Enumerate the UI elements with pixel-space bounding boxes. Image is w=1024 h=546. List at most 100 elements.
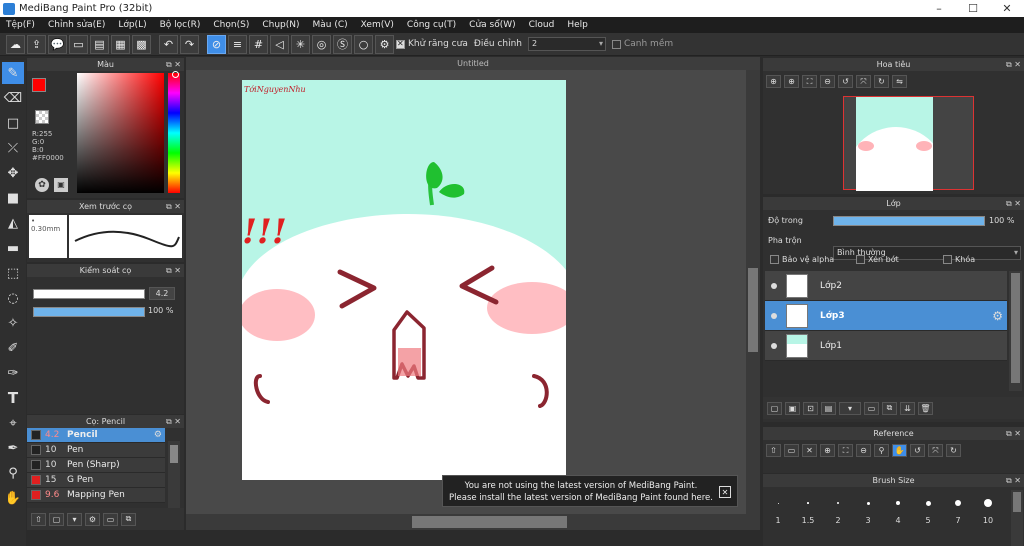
menu-filter[interactable]: Bộ lọc(R)	[160, 20, 201, 30]
gear-icon[interactable]: ⚙	[992, 309, 1003, 323]
minimize-button[interactable]: –	[922, 0, 956, 17]
select-rect-icon[interactable]: ⬚	[2, 262, 24, 284]
visibility-icon[interactable]	[771, 282, 777, 289]
document-tab[interactable]: Untitled	[186, 57, 760, 70]
chat-icon[interactable]: 💬	[48, 34, 67, 54]
notification-close-button[interactable]: ✕	[719, 486, 731, 498]
rotate-right-icon[interactable]: ↻	[874, 75, 889, 88]
gear-icon[interactable]: ⚙	[154, 430, 162, 440]
panel-buttons[interactable]: ⧉ ✕	[166, 415, 181, 428]
menu-view[interactable]: Xem(V)	[361, 20, 394, 30]
brush-size-option[interactable]: 5	[913, 490, 943, 530]
brush-settings-icon[interactable]: ⚙	[85, 512, 100, 526]
snap-curve-icon[interactable]: Ⓢ	[333, 34, 352, 54]
brush-item-pencil[interactable]: 4.2 Pencil ⚙	[27, 428, 165, 443]
flip-icon[interactable]: ⇋	[892, 75, 907, 88]
grid-icon[interactable]: ▩	[132, 34, 151, 54]
delete-layer-icon[interactable]: 🗑	[918, 401, 933, 415]
clipping-checkbox[interactable]	[856, 255, 865, 264]
move-tool-icon[interactable]: ✥	[2, 162, 24, 184]
snap-parallel-icon[interactable]: ≡	[228, 34, 247, 54]
duplicate-layer-icon[interactable]: ⧉	[882, 401, 897, 415]
snap-concentric-icon[interactable]: ◎	[312, 34, 331, 54]
menu-color[interactable]: Màu (C)	[313, 20, 348, 30]
cloud-icon[interactable]: ☁	[6, 34, 25, 54]
zoom-in-icon[interactable]: ⊕	[820, 444, 835, 457]
adjust-select[interactable]: 2	[527, 37, 606, 51]
close-button[interactable]: ✕	[990, 0, 1024, 17]
margin-toggle[interactable]: Canh mềm	[611, 39, 673, 49]
zoom-out-icon[interactable]: ⊖	[820, 75, 835, 88]
protect-alpha-checkbox[interactable]	[770, 255, 779, 264]
canvas-vertical-scrollbar[interactable]	[746, 70, 760, 514]
folder-icon[interactable]: ▭	[864, 401, 879, 415]
brush-item-pen[interactable]: 10 Pen	[27, 443, 165, 458]
snap-circle-icon[interactable]: ○	[354, 34, 373, 54]
redo-icon[interactable]: ↷	[180, 34, 199, 54]
fit-screen-icon[interactable]: ⛶	[838, 444, 853, 457]
brush-size-option[interactable]: 2	[823, 490, 853, 530]
transparent-color-swatch[interactable]	[35, 110, 49, 124]
protect-alpha-toggle[interactable]: Bảo vệ alpha	[770, 255, 834, 264]
saturation-value-picker[interactable]	[77, 73, 164, 193]
hand-tool-icon[interactable]: ✋	[2, 487, 24, 509]
zoom-in-alt-icon[interactable]: ⊕	[784, 75, 799, 88]
upload-icon[interactable]: ⇪	[27, 34, 46, 54]
panel-buttons[interactable]: ⧉ ✕	[166, 264, 181, 277]
merge-layer-icon[interactable]: ⇊	[900, 401, 915, 415]
brush-item-pen-sharp[interactable]: 10 Pen (Sharp)	[27, 458, 165, 473]
add-brush-icon[interactable]: ▾	[67, 512, 82, 526]
eraser-tool-icon[interactable]: ⌫	[2, 87, 24, 109]
layer-item-lop2[interactable]: Lớp2	[765, 271, 1007, 301]
foreground-color-swatch[interactable]	[32, 78, 46, 92]
document-icon[interactable]: ▤	[90, 34, 109, 54]
navigator-viewport[interactable]	[843, 96, 974, 191]
canvas-horizontal-scrollbar[interactable]	[186, 514, 760, 530]
snap-grid-icon[interactable]: #	[249, 34, 268, 54]
snap-vanish-icon[interactable]: ◁	[270, 34, 289, 54]
brush-size-option[interactable]: 3	[853, 490, 883, 530]
bucket-tool-icon[interactable]: ◭	[2, 212, 24, 234]
lock-checkbox[interactable]	[943, 255, 952, 264]
new-8bit-layer-icon[interactable]: ⊡	[803, 401, 818, 415]
layer-item-lop3[interactable]: Lớp3 ⚙	[765, 301, 1007, 331]
color-mode-icon[interactable]: ▣	[54, 178, 68, 192]
new-1bit-layer-icon[interactable]: ▤	[821, 401, 836, 415]
eyedropper-icon[interactable]: ⚲	[2, 462, 24, 484]
brush-item-g-pen[interactable]: 15 G Pen	[27, 473, 165, 488]
menu-file[interactable]: Tệp(F)	[6, 20, 35, 30]
brush-opacity-slider[interactable]	[33, 307, 145, 317]
layers-icon[interactable]: ▦	[111, 34, 130, 54]
layer-opacity-slider[interactable]	[833, 216, 985, 226]
fill-shape-tool-icon[interactable]: ■	[2, 187, 24, 209]
snap-radial-icon[interactable]: ✳	[291, 34, 310, 54]
rotate-right-icon[interactable]: ↻	[946, 444, 961, 457]
fit-screen-icon[interactable]: ⛶	[802, 75, 817, 88]
add-layer-menu-icon[interactable]: ▾	[839, 401, 861, 415]
brush-size-option[interactable]: 1	[763, 490, 793, 530]
cloud-brush-icon[interactable]: ⇧	[31, 512, 46, 526]
panel-buttons[interactable]: ⧉ ✕	[1006, 58, 1021, 71]
menu-layer[interactable]: Lớp(L)	[118, 20, 146, 30]
layer-item-lop1[interactable]: Lớp1	[765, 331, 1007, 361]
antialias-checkbox[interactable]	[396, 39, 405, 49]
brush-size-option[interactable]: 7	[943, 490, 973, 530]
reset-view-icon[interactable]: ⤧	[856, 75, 871, 88]
rect-tool-icon[interactable]: □	[2, 112, 24, 134]
visibility-icon[interactable]	[771, 342, 777, 349]
panel-buttons[interactable]: ⧉ ✕	[166, 58, 181, 71]
hue-slider[interactable]	[168, 73, 180, 193]
palette-icon[interactable]: ✿	[35, 178, 49, 192]
close-reference-icon[interactable]: ✕	[802, 444, 817, 457]
menu-select[interactable]: Chọn(S)	[213, 20, 249, 30]
brush-size-option[interactable]: 1.5	[793, 490, 823, 530]
rotate-left-icon[interactable]: ↺	[910, 444, 925, 457]
brush-size-option[interactable]: 10	[973, 490, 1003, 530]
menu-help[interactable]: Help	[567, 20, 588, 30]
blur-tool-icon[interactable]: ✒	[2, 437, 24, 459]
hue-handle[interactable]	[172, 71, 179, 78]
eyedropper-icon[interactable]: ⚲	[874, 444, 889, 457]
brush-size-option[interactable]: 4	[883, 490, 913, 530]
menu-edit[interactable]: Chỉnh sửa(E)	[48, 20, 105, 30]
magic-wand-icon[interactable]: ✧	[2, 312, 24, 334]
